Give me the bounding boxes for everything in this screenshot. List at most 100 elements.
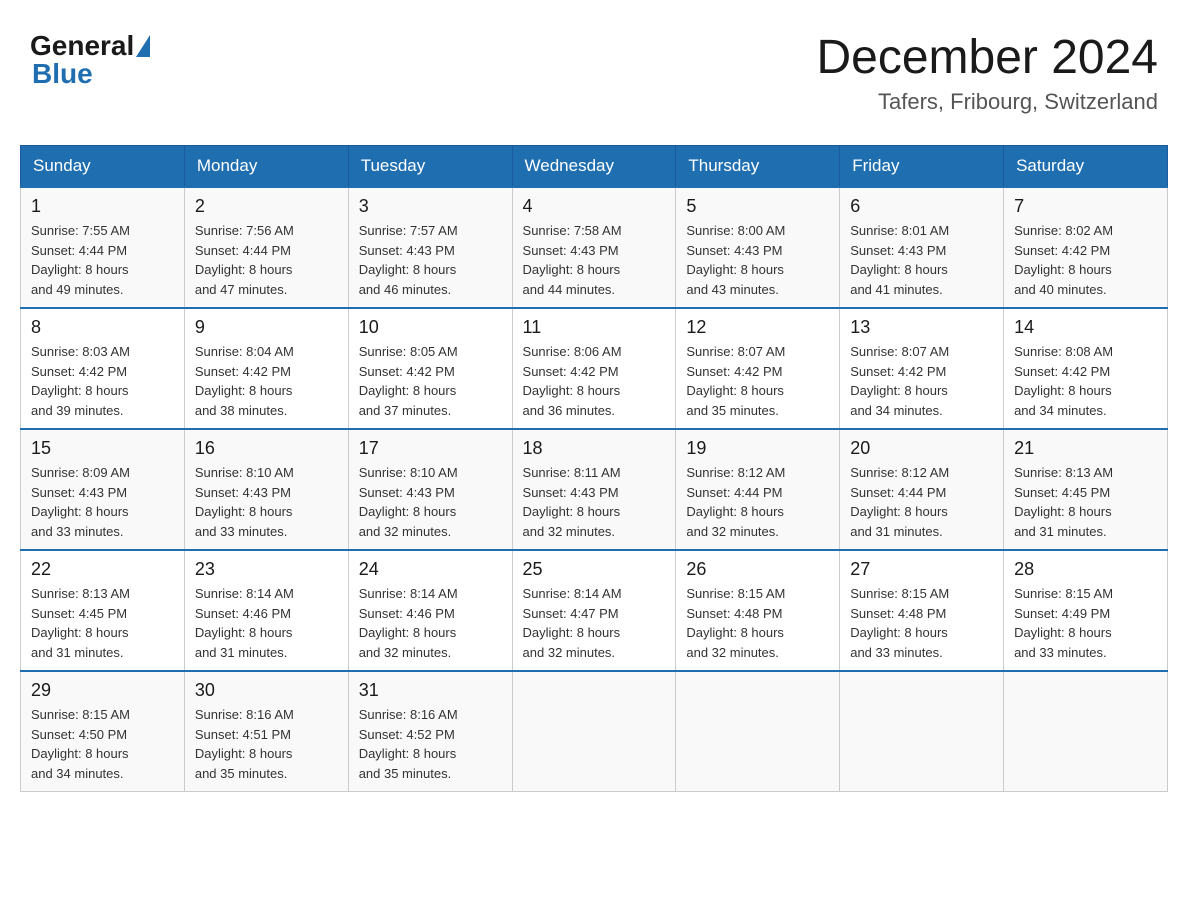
day-number: 7 [1014, 196, 1157, 217]
calendar-cell: 30Sunrise: 8:16 AMSunset: 4:51 PMDayligh… [184, 671, 348, 792]
day-number: 16 [195, 438, 338, 459]
day-number: 13 [850, 317, 993, 338]
logo: General Blue [30, 30, 152, 90]
day-info: Sunrise: 8:14 AMSunset: 4:46 PMDaylight:… [359, 584, 502, 662]
day-number: 2 [195, 196, 338, 217]
calendar-cell: 2 Sunrise: 7:56 AMSunset: 4:44 PMDaylight… [184, 187, 348, 308]
calendar-cell: 3 Sunrise: 7:57 AMSunset: 4:43 PMDaylight… [348, 187, 512, 308]
logo-blue-text: Blue [32, 58, 93, 89]
logo-triangle-icon [136, 35, 150, 57]
day-info: Sunrise: 7:56 AMSunset: 4:44 PMDaylight:… [195, 221, 338, 299]
calendar-cell: 17 Sunrise: 8:10 AMSunset: 4:43 PMDayligh… [348, 429, 512, 550]
title-section: December 2024 Tafers, Fribourg, Switzerl… [816, 30, 1158, 115]
calendar-cell: 29 Sunrise: 8:15 AMSunset: 4:50 PMDayligh… [21, 671, 185, 792]
day-info: Sunrise: 8:03 AMSunset: 4:42 PMDaylight:… [31, 342, 174, 420]
day-info: Sunrise: 8:02 AMSunset: 4:42 PMDaylight:… [1014, 221, 1157, 299]
calendar-cell: 11 Sunrise: 8:06 AMSunset: 4:42 PMDayligh… [512, 308, 676, 429]
day-number: 25 [523, 559, 666, 580]
calendar-week-row: 8 Sunrise: 8:03 AMSunset: 4:42 PMDaylight… [21, 308, 1168, 429]
calendar-cell: 31Sunrise: 8:16 AMSunset: 4:52 PMDayligh… [348, 671, 512, 792]
day-info: Sunrise: 7:58 AMSunset: 4:43 PMDaylight:… [523, 221, 666, 299]
day-info: Sunrise: 8:10 AMSunset: 4:43 PMDaylight:… [359, 463, 502, 541]
calendar-cell: 15 Sunrise: 8:09 AMSunset: 4:43 PMDayligh… [21, 429, 185, 550]
location-title: Tafers, Fribourg, Switzerland [816, 89, 1158, 115]
day-number: 8 [31, 317, 174, 338]
calendar-cell: 12 Sunrise: 8:07 AMSunset: 4:42 PMDayligh… [676, 308, 840, 429]
col-wednesday: Wednesday [512, 146, 676, 188]
day-info: Sunrise: 8:07 AMSunset: 4:42 PMDaylight:… [850, 342, 993, 420]
day-info: Sunrise: 8:07 AMSunset: 4:42 PMDaylight:… [686, 342, 829, 420]
day-number: 9 [195, 317, 338, 338]
calendar-week-row: 22 Sunrise: 8:13 AMSunset: 4:45 PMDayligh… [21, 550, 1168, 671]
day-number: 21 [1014, 438, 1157, 459]
day-info: Sunrise: 8:10 AMSunset: 4:43 PMDaylight:… [195, 463, 338, 541]
col-tuesday: Tuesday [348, 146, 512, 188]
calendar-cell [1004, 671, 1168, 792]
day-number: 24 [359, 559, 502, 580]
calendar-cell [676, 671, 840, 792]
day-info: Sunrise: 7:57 AMSunset: 4:43 PMDaylight:… [359, 221, 502, 299]
day-number: 3 [359, 196, 502, 217]
calendar-cell: 14 Sunrise: 8:08 AMSunset: 4:42 PMDayligh… [1004, 308, 1168, 429]
calendar-week-row: 1 Sunrise: 7:55 AMSunset: 4:44 PMDaylight… [21, 187, 1168, 308]
day-number: 18 [523, 438, 666, 459]
month-title: December 2024 [816, 30, 1158, 85]
day-info: Sunrise: 8:13 AMSunset: 4:45 PMDaylight:… [31, 584, 174, 662]
calendar-cell [840, 671, 1004, 792]
col-monday: Monday [184, 146, 348, 188]
day-number: 20 [850, 438, 993, 459]
day-number: 29 [31, 680, 174, 701]
day-number: 31 [359, 680, 502, 701]
calendar-cell: 10Sunrise: 8:05 AMSunset: 4:42 PMDayligh… [348, 308, 512, 429]
calendar-cell: 6 Sunrise: 8:01 AMSunset: 4:43 PMDaylight… [840, 187, 1004, 308]
day-number: 23 [195, 559, 338, 580]
day-number: 12 [686, 317, 829, 338]
day-number: 14 [1014, 317, 1157, 338]
calendar-cell: 21Sunrise: 8:13 AMSunset: 4:45 PMDayligh… [1004, 429, 1168, 550]
day-number: 6 [850, 196, 993, 217]
calendar-cell: 18Sunrise: 8:11 AMSunset: 4:43 PMDayligh… [512, 429, 676, 550]
calendar-cell: 8 Sunrise: 8:03 AMSunset: 4:42 PMDaylight… [21, 308, 185, 429]
day-number: 5 [686, 196, 829, 217]
day-number: 30 [195, 680, 338, 701]
day-number: 26 [686, 559, 829, 580]
calendar-cell: 5 Sunrise: 8:00 AMSunset: 4:43 PMDaylight… [676, 187, 840, 308]
col-sunday: Sunday [21, 146, 185, 188]
calendar-cell: 24 Sunrise: 8:14 AMSunset: 4:46 PMDayligh… [348, 550, 512, 671]
day-number: 22 [31, 559, 174, 580]
calendar-cell: 9 Sunrise: 8:04 AMSunset: 4:42 PMDaylight… [184, 308, 348, 429]
calendar-cell: 13 Sunrise: 8:07 AMSunset: 4:42 PMDayligh… [840, 308, 1004, 429]
calendar-cell: 1 Sunrise: 7:55 AMSunset: 4:44 PMDaylight… [21, 187, 185, 308]
page-header: General Blue December 2024 Tafers, Fribo… [20, 20, 1168, 125]
day-info: Sunrise: 8:09 AMSunset: 4:43 PMDaylight:… [31, 463, 174, 541]
day-info: Sunrise: 8:15 AMSunset: 4:49 PMDaylight:… [1014, 584, 1157, 662]
calendar-cell: 22 Sunrise: 8:13 AMSunset: 4:45 PMDayligh… [21, 550, 185, 671]
day-number: 1 [31, 196, 174, 217]
day-info: Sunrise: 8:14 AMSunset: 4:47 PMDaylight:… [523, 584, 666, 662]
calendar-cell: 16 Sunrise: 8:10 AMSunset: 4:43 PMDayligh… [184, 429, 348, 550]
day-number: 27 [850, 559, 993, 580]
calendar-cell: 28 Sunrise: 8:15 AMSunset: 4:49 PMDayligh… [1004, 550, 1168, 671]
day-info: Sunrise: 7:55 AMSunset: 4:44 PMDaylight:… [31, 221, 174, 299]
col-saturday: Saturday [1004, 146, 1168, 188]
calendar-cell [512, 671, 676, 792]
day-number: 19 [686, 438, 829, 459]
day-info: Sunrise: 8:06 AMSunset: 4:42 PMDaylight:… [523, 342, 666, 420]
day-number: 17 [359, 438, 502, 459]
day-info: Sunrise: 8:14 AMSunset: 4:46 PMDaylight:… [195, 584, 338, 662]
day-number: 28 [1014, 559, 1157, 580]
day-number: 15 [31, 438, 174, 459]
day-info: Sunrise: 8:04 AMSunset: 4:42 PMDaylight:… [195, 342, 338, 420]
day-info: Sunrise: 8:15 AMSunset: 4:50 PMDaylight:… [31, 705, 174, 783]
day-number: 11 [523, 317, 666, 338]
day-info: Sunrise: 8:01 AMSunset: 4:43 PMDaylight:… [850, 221, 993, 299]
calendar-table: Sunday Monday Tuesday Wednesday Thursday… [20, 145, 1168, 792]
calendar-cell: 19Sunrise: 8:12 AMSunset: 4:44 PMDayligh… [676, 429, 840, 550]
day-number: 10 [359, 317, 502, 338]
day-info: Sunrise: 8:00 AMSunset: 4:43 PMDaylight:… [686, 221, 829, 299]
day-info: Sunrise: 8:08 AMSunset: 4:42 PMDaylight:… [1014, 342, 1157, 420]
calendar-week-row: 29 Sunrise: 8:15 AMSunset: 4:50 PMDayligh… [21, 671, 1168, 792]
calendar-cell: 25 Sunrise: 8:14 AMSunset: 4:47 PMDayligh… [512, 550, 676, 671]
calendar-cell: 4Sunrise: 7:58 AMSunset: 4:43 PMDaylight… [512, 187, 676, 308]
day-info: Sunrise: 8:15 AMSunset: 4:48 PMDaylight:… [850, 584, 993, 662]
